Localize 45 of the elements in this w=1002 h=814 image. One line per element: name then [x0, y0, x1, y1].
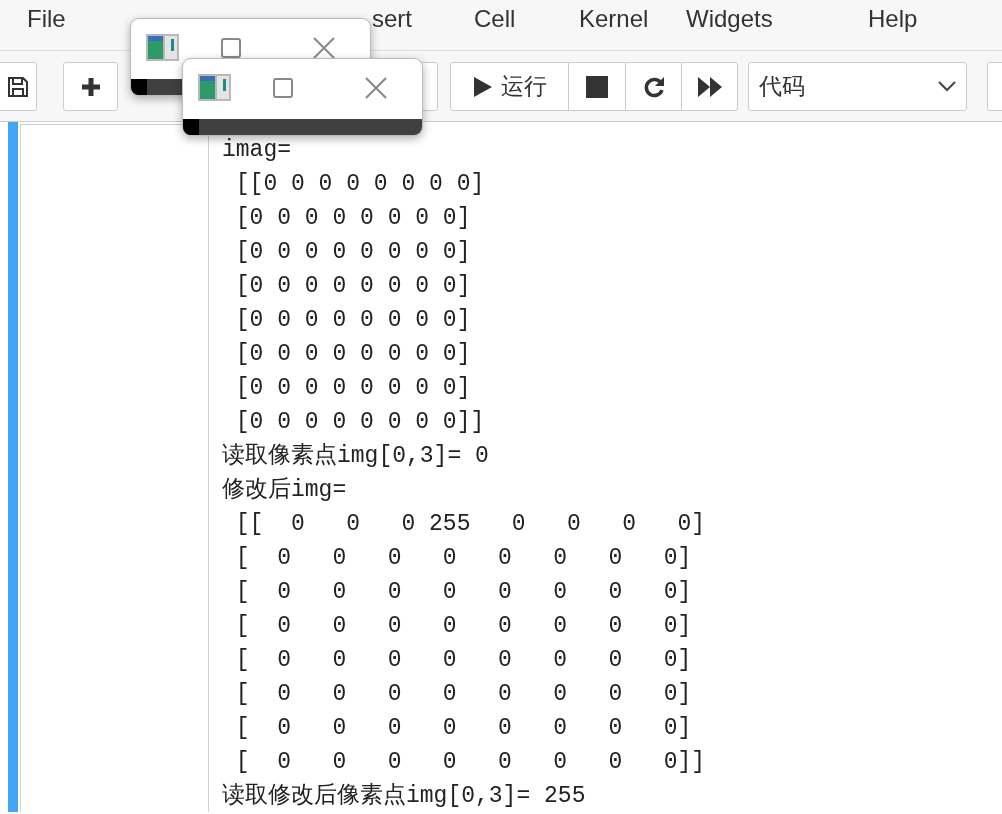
output-line: [0 0 0 0 0 0 0 0]] [234, 408, 486, 437]
output-line: [[0 0 0 0 0 0 0 0] [234, 170, 486, 199]
save-icon [6, 75, 29, 98]
play-icon [472, 75, 493, 98]
output-line: [0 0 0 0 0 0 0 0] [234, 272, 472, 301]
output-line: 读取修改后像素点img[0,3]= 255 [222, 782, 587, 811]
output-line: [[ 0 0 0 255 0 0 0 0] [234, 510, 706, 539]
maximize-icon[interactable] [221, 38, 241, 58]
menu-item[interactable]: Cell [474, 4, 516, 34]
cell-type-dropdown[interactable]: 代码 [748, 62, 967, 111]
close-icon[interactable] [313, 37, 335, 59]
output-line: 读取像素点img[0,3]= 0 [222, 442, 490, 471]
output-line: [0 0 0 0 0 0 0 0] [234, 238, 472, 267]
menu-item[interactable]: Widgets [686, 4, 773, 34]
output-line: [ 0 0 0 0 0 0 0 0] [234, 680, 693, 709]
output-line: [0 0 0 0 0 0 0 0] [234, 340, 472, 369]
output-line: [0 0 0 0 0 0 0 0] [234, 306, 472, 335]
fast-forward-icon [696, 75, 723, 98]
plus-icon [79, 75, 102, 98]
app-icon [146, 34, 179, 61]
output-line: [ 0 0 0 0 0 0 0 0] [234, 612, 693, 641]
app-icon [198, 74, 231, 101]
output-line: [ 0 0 0 0 0 0 0 0] [234, 578, 693, 607]
fast-forward-button[interactable] [681, 62, 738, 111]
add-button[interactable] [63, 62, 118, 111]
close-icon[interactable] [365, 77, 387, 99]
chevron-down-icon [938, 81, 956, 92]
output-line: [ 0 0 0 0 0 0 0 0] [234, 646, 693, 675]
output-line: [ 0 0 0 0 0 0 0 0] [234, 544, 693, 573]
output-line: [ 0 0 0 0 0 0 0 0] [234, 714, 693, 743]
menu-item[interactable]: Help [868, 4, 918, 34]
stop-button[interactable] [568, 62, 626, 111]
restart-button[interactable] [625, 62, 682, 111]
maximize-icon[interactable] [273, 78, 293, 98]
output-line: [ 0 0 0 0 0 0 0 0]] [234, 748, 706, 777]
output-line: 修改后img= [222, 476, 348, 505]
run-button[interactable]: 运行 [450, 62, 569, 111]
output-line: [0 0 0 0 0 0 0 0] [234, 204, 472, 233]
save-button[interactable] [0, 62, 37, 111]
menu-item[interactable]: File [27, 4, 66, 34]
output-line: imag= [222, 136, 292, 165]
menu-item[interactable]: sert [372, 4, 412, 34]
menu-item[interactable]: Kernel [579, 4, 649, 34]
output-line: [0 0 0 0 0 0 0 0] [234, 374, 472, 403]
stop-icon [586, 75, 608, 98]
